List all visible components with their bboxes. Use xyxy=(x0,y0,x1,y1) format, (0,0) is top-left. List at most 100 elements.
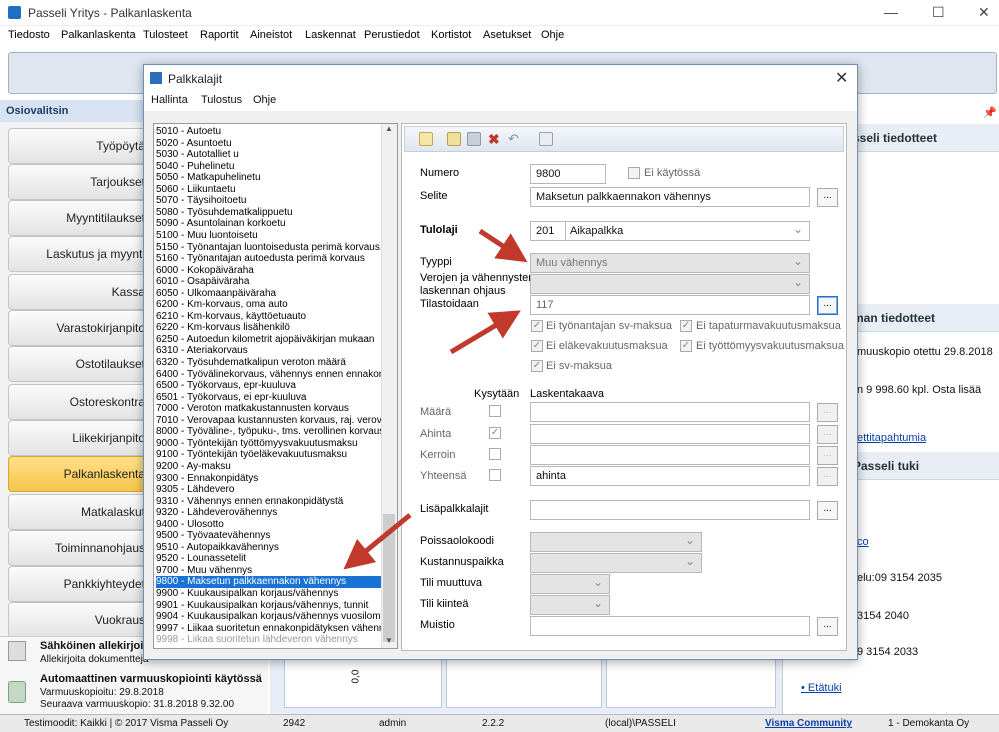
selite-browse-button[interactable]: ... xyxy=(817,188,838,207)
wage-type-item[interactable]: 9310 - Vähennys ennen ennakonpidätystä xyxy=(156,496,382,508)
menu-perustiedot[interactable]: Perustiedot xyxy=(364,29,420,41)
copy-icon[interactable] xyxy=(539,132,553,146)
wage-type-item[interactable]: 5100 - Muu luontoisetu xyxy=(156,230,382,242)
menu-ohje[interactable]: Ohje xyxy=(541,29,564,41)
wage-type-item[interactable]: 7010 - Verovapaa kustannusten korvaus, r… xyxy=(156,415,382,427)
wage-type-item[interactable]: 9520 - Lounassetelit xyxy=(156,553,382,565)
wage-type-item[interactable]: 5070 - Täysihoitoetu xyxy=(156,195,382,207)
yhteensa-kysytaan-checkbox[interactable] xyxy=(489,469,501,481)
list-scrollbar[interactable]: ▲ ▼ xyxy=(381,124,397,648)
kerroin-formula[interactable] xyxy=(530,445,810,465)
wage-type-item[interactable]: 6310 - Ateriakorvaus xyxy=(156,345,382,357)
wage-type-item[interactable]: 6010 - Osapäiväraha xyxy=(156,276,382,288)
wage-type-item[interactable]: 6220 - Km-korvaus lisähenkilö xyxy=(156,322,382,334)
yhteensa-formula[interactable]: ahinta xyxy=(530,466,810,486)
wage-type-item[interactable]: 9997 - Liikaa suoritetun ennakonpidätyks… xyxy=(156,623,382,635)
minimize-icon[interactable]: — xyxy=(884,4,898,20)
cb-tyonantaja-sv[interactable]: ✓ xyxy=(531,320,543,332)
scroll-down-icon[interactable]: ▼ xyxy=(385,636,393,645)
menu-kortistot[interactable]: Kortistot xyxy=(431,29,471,41)
verojen-select[interactable] xyxy=(530,274,810,294)
wage-type-item[interactable]: 6400 - Työvälinekorvaus, vähennys ennen … xyxy=(156,369,382,381)
status-community-link[interactable]: Visma Community xyxy=(765,718,852,729)
wage-type-item[interactable]: 6210 - Km-korvaus, käyttöetuauto xyxy=(156,311,382,323)
cb-sv-maksu[interactable]: ✓ xyxy=(531,360,543,372)
wage-type-item[interactable]: 6000 - Kokopäiväraha xyxy=(156,265,382,277)
tili-kiintea-select[interactable] xyxy=(530,595,610,615)
notify-signature-title[interactable]: Sähköinen allekirjoitus xyxy=(40,640,160,652)
wage-type-item[interactable]: 5040 - Puhelinetu xyxy=(156,161,382,173)
cb-tapaturma[interactable]: ✓ xyxy=(680,320,692,332)
wage-type-item[interactable]: 7000 - Veroton matkakustannusten korvaus xyxy=(156,403,382,415)
cb-tyottomyys[interactable]: ✓ xyxy=(680,340,692,352)
wage-type-item[interactable]: 5160 - Työnantajan autoedusta perimä kor… xyxy=(156,253,382,265)
scroll-up-icon[interactable]: ▲ xyxy=(385,124,393,133)
delete-icon[interactable]: ✖ xyxy=(488,132,502,146)
wage-type-item[interactable]: 9901 - Kuukausipalkan korjaus/vähennys, … xyxy=(156,600,382,612)
news-events-link[interactable]: ettitapahtumia xyxy=(857,432,926,444)
wage-type-item[interactable]: 5060 - Liikuntaetu xyxy=(156,184,382,196)
kerroin-kysytaan-checkbox[interactable] xyxy=(489,448,501,460)
wage-type-item[interactable]: 9305 - Lähdevero xyxy=(156,484,382,496)
menu-palkanlaskenta[interactable]: Palkanlaskenta xyxy=(61,29,136,41)
poissaolokoodi-select[interactable] xyxy=(530,532,702,552)
wage-type-item[interactable]: 9800 - Maksetun palkkaennakon vähennys xyxy=(156,576,382,589)
pin-icon[interactable]: 📌 xyxy=(983,106,997,119)
wage-type-item[interactable]: 5150 - Työnantajan luontoisedusta perimä… xyxy=(156,242,382,254)
wage-type-item[interactable]: 6050 - Ulkomaanpäiväraha xyxy=(156,288,382,300)
tilastoidaan-browse-button[interactable]: ... xyxy=(817,296,838,315)
support-link[interactable]: co xyxy=(857,536,869,548)
dialog-menu-ohje[interactable]: Ohje xyxy=(253,94,276,106)
save-icon[interactable] xyxy=(467,132,481,146)
wage-type-item[interactable]: 6250 - Autoedun kilometrit ajopäiväkirja… xyxy=(156,334,382,346)
cb-elake[interactable]: ✓ xyxy=(531,340,543,352)
menu-aineistot[interactable]: Aineistot xyxy=(250,29,292,41)
wage-type-item[interactable]: 9100 - Työntekijän työeläkevakuutusmaksu xyxy=(156,449,382,461)
wage-type-item[interactable]: 5080 - Työsuhdematkalippuetu xyxy=(156,207,382,219)
wage-type-item[interactable]: 6500 - Työkorvaus, epr-kuuluva xyxy=(156,380,382,392)
muistio-browse-button[interactable]: ... xyxy=(817,617,838,636)
numero-field[interactable]: 9800 xyxy=(530,164,606,184)
maximize-icon[interactable]: ☐ xyxy=(932,4,945,21)
close-icon[interactable]: ✕ xyxy=(978,4,990,21)
wage-type-item[interactable]: 5050 - Matkapuhelinetu xyxy=(156,172,382,184)
wage-type-item[interactable]: 6501 - Työkorvaus, ei epr-kuuluva xyxy=(156,392,382,404)
wage-type-item[interactable]: 5010 - Autoetu xyxy=(156,126,382,138)
menu-tiedosto[interactable]: Tiedosto xyxy=(8,29,50,41)
yhteensa-browse-button[interactable]: ... xyxy=(817,467,838,486)
wage-type-item[interactable]: 5090 - Asuntolainan korkoetu xyxy=(156,218,382,230)
wage-type-item[interactable]: 5020 - Asuntoetu xyxy=(156,138,382,150)
dialog-close-icon[interactable]: ✕ xyxy=(835,68,848,88)
menu-tulosteet[interactable]: Tulosteet xyxy=(143,29,188,41)
maara-formula[interactable] xyxy=(530,402,810,422)
wage-type-item[interactable]: 9500 - Työvaatevähennys xyxy=(156,530,382,542)
menu-asetukset[interactable]: Asetukset xyxy=(483,29,531,41)
wage-type-item[interactable]: 9000 - Työntekijän työttömyysvakuutusmak… xyxy=(156,438,382,450)
tili-muuttuva-select[interactable] xyxy=(530,574,610,594)
maara-browse-button[interactable]: ... xyxy=(817,403,838,422)
wage-type-item[interactable]: 9300 - Ennakonpidätys xyxy=(156,473,382,485)
menu-laskennat[interactable]: Laskennat xyxy=(305,29,356,41)
tulolaji-select[interactable]: 201 Aikapalkka xyxy=(530,221,810,241)
lisapalkkalajit-browse-button[interactable]: ... xyxy=(817,501,838,520)
wage-type-item[interactable]: 9400 - Ulosotto xyxy=(156,519,382,531)
wage-type-item[interactable]: 9320 - Lähdeverovähennys xyxy=(156,507,382,519)
wage-type-item[interactable]: 9998 - Liikaa suoritetun lähdeveron vähe… xyxy=(156,634,382,646)
wage-type-item[interactable]: 9904 - Kuukausipalkan korjaus/vähennys v… xyxy=(156,611,382,623)
kustannuspaikka-select[interactable] xyxy=(530,553,702,573)
wage-type-item[interactable]: 9510 - Autopaikkavähennys xyxy=(156,542,382,554)
wage-type-item[interactable]: 8000 - Työväline-, työpuku-, tms. veroll… xyxy=(156,426,382,438)
undo-icon[interactable]: ↶ xyxy=(508,132,522,146)
scroll-thumb[interactable] xyxy=(383,514,395,642)
ahinta-browse-button[interactable]: ... xyxy=(817,425,838,444)
remote-support-link[interactable]: • Etätuki xyxy=(801,682,842,694)
ei-kaytossa-checkbox[interactable] xyxy=(628,167,640,179)
selite-field[interactable]: Maksetun palkkaennakon vähennys xyxy=(530,187,810,207)
wage-type-item[interactable]: 6320 - Työsuhdematkalipun veroton määrä xyxy=(156,357,382,369)
tilastoidaan-field[interactable]: 117 xyxy=(530,295,810,315)
wage-type-item[interactable]: 9200 - Ay-maksu xyxy=(156,461,382,473)
wage-type-list[interactable]: 5010 - Autoetu 5020 - Asuntoetu 5030 - Aut… xyxy=(153,123,398,649)
new-icon[interactable] xyxy=(419,132,433,146)
dialog-menu-tulostus[interactable]: Tulostus xyxy=(201,94,242,106)
tyyppi-select[interactable]: Muu vähennys xyxy=(530,253,810,273)
